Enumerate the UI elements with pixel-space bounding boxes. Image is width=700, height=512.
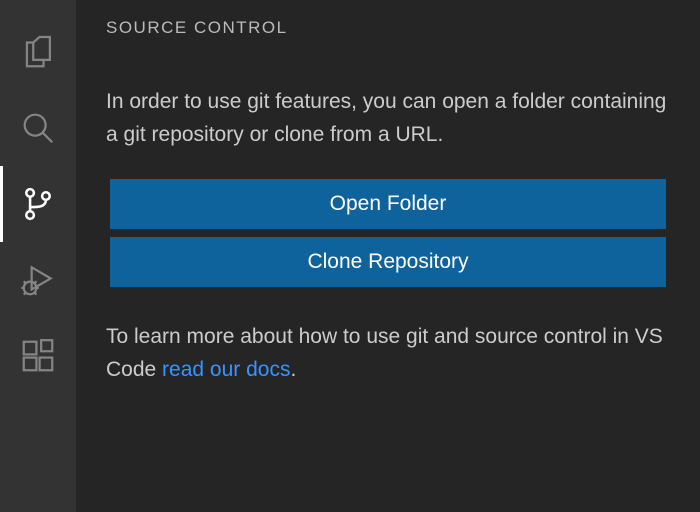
activity-explorer[interactable]	[0, 14, 76, 90]
activity-search[interactable]	[0, 90, 76, 166]
activity-extensions[interactable]	[0, 318, 76, 394]
open-folder-button[interactable]: Open Folder	[110, 179, 666, 229]
panel-title: SOURCE CONTROL	[106, 18, 670, 38]
activity-bar	[0, 0, 76, 512]
welcome-buttons: Open Folder Clone Repository	[106, 179, 670, 287]
search-icon	[19, 109, 57, 147]
activity-source-control[interactable]	[0, 166, 76, 242]
extensions-icon	[19, 337, 57, 375]
git-branch-icon	[19, 185, 57, 223]
source-control-panel: SOURCE CONTROL In order to use git featu…	[76, 0, 700, 512]
welcome-text: In order to use git features, you can op…	[106, 86, 670, 151]
read-our-docs-link[interactable]: read our docs	[162, 358, 290, 381]
debug-icon	[19, 261, 57, 299]
clone-repository-button[interactable]: Clone Repository	[110, 237, 666, 287]
learn-suffix: .	[290, 358, 296, 381]
learn-more-text: To learn more about how to use git and s…	[106, 321, 670, 386]
files-icon	[19, 33, 57, 71]
activity-run-debug[interactable]	[0, 242, 76, 318]
